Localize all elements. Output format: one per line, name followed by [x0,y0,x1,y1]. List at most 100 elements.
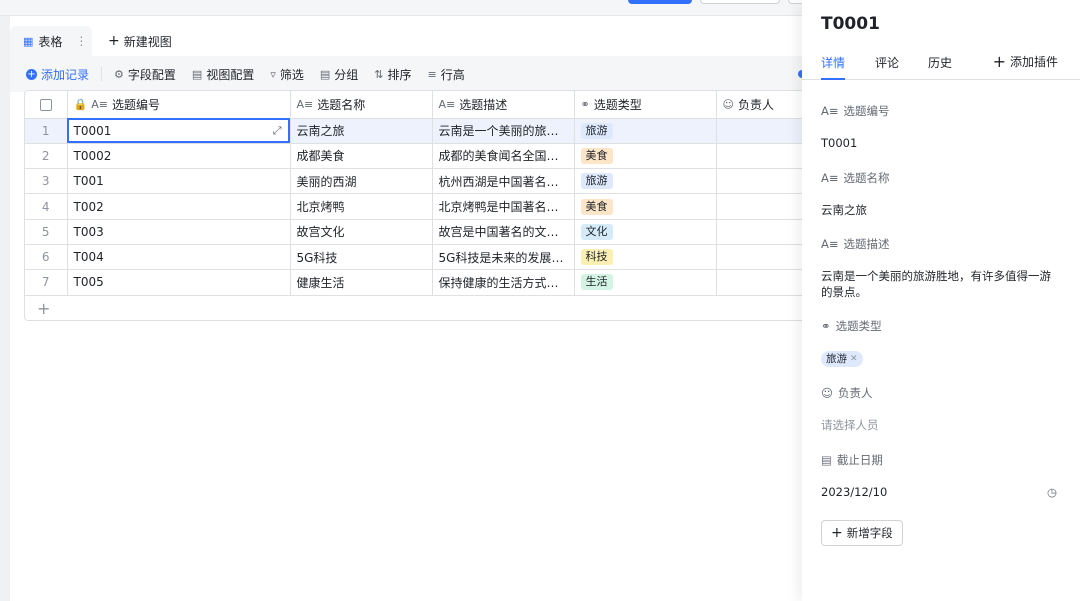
column-header[interactable]: ⚭ 选题类型 [574,91,717,119]
select-all-cell[interactable] [25,91,68,119]
table-row[interactable]: 5 T003 故宫文化 故宫是中国著名的文化... 文化 [25,219,802,245]
column-header[interactable]: 🔒 A≡ 选题编号 [67,91,291,119]
new-view-button[interactable]: + 新建视图 [108,26,172,56]
cell-topic-description[interactable]: 保持健康的生活方式是... [432,269,575,296]
row-height-button[interactable]: ≡ 行高 [428,66,465,83]
cell-topic-type[interactable]: 科技 [574,244,717,271]
table-row[interactable]: 4 T002 北京烤鸭 北京烤鸭是中国著名的... 美食 [25,193,802,220]
cell-owner[interactable] [716,193,802,220]
cell-topic-name[interactable]: 北京烤鸭 [290,193,433,220]
cell-owner[interactable] [716,168,802,195]
cell-owner[interactable] [716,244,802,271]
column-header[interactable]: A≡ 选题描述 [432,91,575,119]
expand-record-icon[interactable]: ⤢ [273,124,282,138]
cell-owner[interactable] [716,219,802,245]
add-record-button[interactable]: + 添加记录 [26,66,89,83]
new-field-button[interactable]: + 新增字段 [821,520,903,546]
cell-topic-description-text: 保持健康的生活方式是... [438,275,570,290]
cell-topic-type[interactable]: 文化 [574,219,717,245]
select-all-checkbox[interactable] [39,98,52,111]
cell-topic-name[interactable]: 故宫文化 [290,219,433,245]
cell-topic-id[interactable]: T004 [67,244,291,271]
row-number[interactable]: 7 [25,269,68,296]
cell-topic-name[interactable]: 成都美食 [290,143,433,170]
cell-topic-description[interactable]: 故宫是中国著名的文化... [432,219,575,245]
column-header-label: 选题名称 [317,97,366,112]
column-header-label: 选题编号 [111,97,160,112]
field-description-value[interactable]: 云南是一个美丽的旅游胜地，有许多值得一游的景点。 [821,268,1057,300]
table-row[interactable]: 1 T0001 ⤢ 云南之旅 云南是一个美丽的旅游... 旅游 [25,118,802,144]
sort-button[interactable]: ⇅ 排序 [374,66,411,83]
filter-button[interactable]: ▿ 筛选 [270,66,304,83]
person-icon: ☺ [722,97,734,111]
cell-topic-id[interactable]: T005 [67,269,291,296]
more-vertical-icon[interactable]: ⋮ [75,34,87,48]
row-number[interactable]: 4 [25,193,68,220]
table-row[interactable]: 2 T0002 成都美食 成都的美食闻名全国，... 美食 [25,143,802,170]
tab-history[interactable]: 历史 [928,54,952,71]
cell-topic-description[interactable]: 成都的美食闻名全国，... [432,143,575,170]
row-height-label: 行高 [440,67,465,82]
column-header[interactable]: ☺ 负责人 [716,91,802,119]
field-name-value[interactable]: 云南之旅 [821,202,1057,218]
view-tab-table[interactable]: ▦ 表格 ⋮ [10,26,92,56]
cell-topic-type[interactable]: 生活 [574,269,717,296]
owner-picker[interactable]: 请选择人员 [821,417,1057,433]
row-number[interactable]: 3 [25,168,68,195]
cell-owner[interactable] [716,269,802,296]
row-number-text: 3 [41,174,50,189]
cell-topic-name[interactable]: 美丽的西湖 [290,168,433,195]
cell-topic-id[interactable]: T0001 ⤢ [67,118,291,144]
row-number-text: 2 [41,148,50,163]
view-config-button[interactable]: ▤ 视图配置 [192,66,254,83]
tab-comments[interactable]: 评论 [875,54,899,71]
row-number-text: 1 [41,123,50,138]
group-button[interactable]: ▤ 分组 [320,66,358,83]
cell-topic-type[interactable]: 美食 [574,193,717,220]
cell-topic-description[interactable]: 北京烤鸭是中国著名的... [432,193,575,220]
field-label: 选题名称 [843,171,890,185]
column-header[interactable]: A≡ 选题名称 [290,91,433,119]
table-row[interactable]: 6 T004 5G科技 5G科技是未来的发展方... 科技 [25,244,802,271]
tab-details[interactable]: 详情 [821,54,846,80]
cell-topic-id[interactable]: T003 [67,219,291,245]
cell-topic-id[interactable]: T0002 [67,143,291,170]
deadline-value[interactable]: 2023/12/10 ◷ [821,484,1057,500]
text-field-icon: A≡ [821,171,839,185]
table-row[interactable]: 3 T001 美丽的西湖 杭州西湖是中国著名的... 旅游 [25,168,802,195]
cell-topic-description[interactable]: 杭州西湖是中国著名的... [432,168,575,195]
cell-topic-name[interactable]: 云南之旅 [290,118,433,144]
row-number[interactable]: 6 [25,244,68,271]
add-plugin-button[interactable]: + 添加插件 [993,52,1058,71]
cell-topic-name[interactable]: 健康生活 [290,269,433,296]
table-header-row: 🔒 A≡ 选题编号 A≡ 选题名称 A≡ 选题描述 ⚭ 选题类型 ☺ 负责人 [25,91,802,119]
row-number[interactable]: 5 [25,219,68,245]
cell-owner[interactable] [716,118,802,144]
table-row[interactable]: 7 T005 健康生活 保持健康的生活方式是... 生活 [25,269,802,296]
secondary-action-button[interactable] [700,0,780,4]
record-detail-panel: T0001 详情 评论 历史 + 添加插件 A≡ 选题编号 T0001 A≡ 选题名… [802,0,1080,601]
cell-topic-type[interactable]: 旅游 [574,168,717,195]
primary-action-button[interactable] [628,0,692,4]
cell-topic-name[interactable]: 5G科技 [290,244,433,271]
text-field-icon: A≡ [821,104,839,118]
field-type-value[interactable]: 旅游 ✕ [821,350,1057,367]
alarm-clock-icon[interactable]: ◷ [1047,484,1057,500]
cell-topic-description[interactable]: 云南是一个美丽的旅游... [432,118,575,144]
row-number[interactable]: 2 [25,143,68,170]
cell-topic-id[interactable]: T002 [67,193,291,220]
cell-topic-type[interactable]: 旅游 [574,118,717,144]
cell-topic-type[interactable]: 美食 [574,143,717,170]
remove-tag-icon[interactable]: ✕ [850,351,858,367]
column-header-label: 选题描述 [459,97,508,112]
cell-topic-description[interactable]: 5G科技是未来的发展方... [432,244,575,271]
row-number-text: 4 [41,199,50,214]
type-tag: 旅游 [580,122,613,139]
row-number[interactable]: 1 [25,118,68,144]
cell-owner[interactable] [716,143,802,170]
field-id-value[interactable]: T0001 [821,135,1057,151]
cell-topic-description-text: 成都的美食闻名全国，... [438,149,570,164]
cell-topic-id[interactable]: T001 [67,168,291,195]
field-config-button[interactable]: ⚙ 字段配置 [114,66,176,83]
add-row-button[interactable]: + [25,296,802,320]
